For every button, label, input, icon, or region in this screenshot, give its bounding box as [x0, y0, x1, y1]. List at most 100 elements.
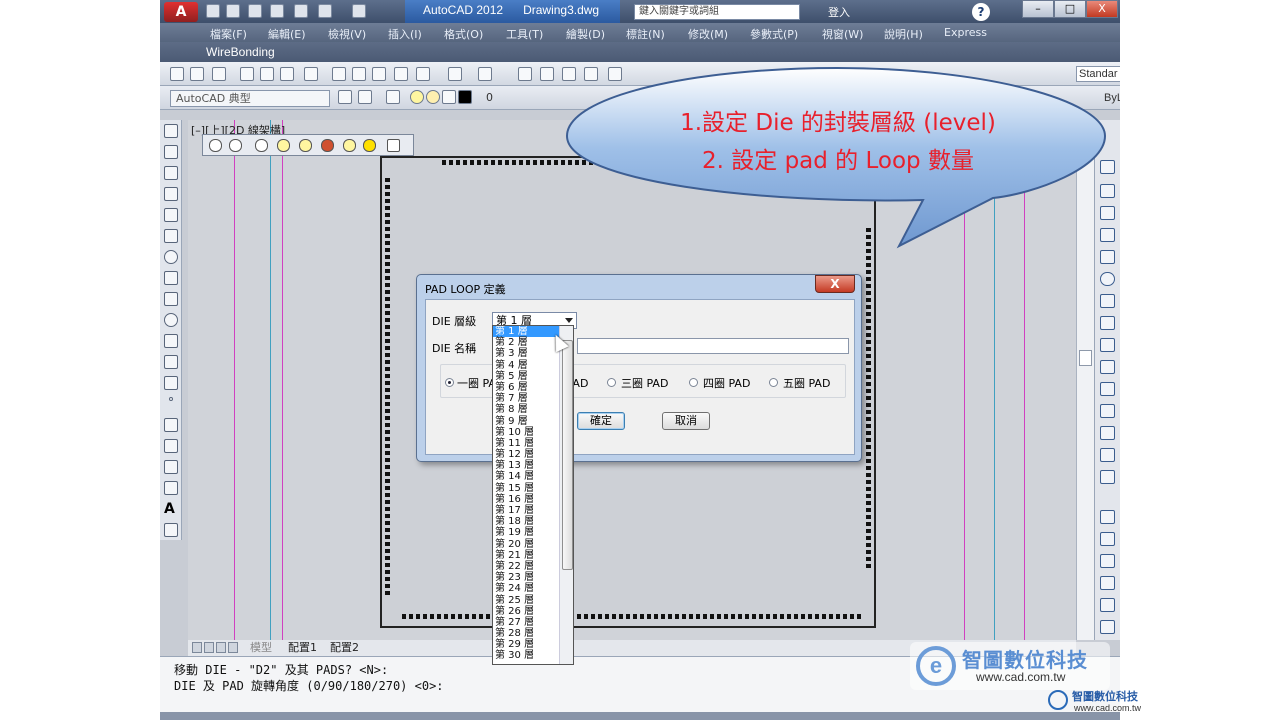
layer-tool-icon[interactable] [209, 139, 222, 152]
menu-modify[interactable]: 修改(M) [688, 26, 728, 42]
extend-icon[interactable] [1100, 360, 1115, 374]
layer-freeze-icon[interactable] [426, 90, 440, 104]
menu-parametric[interactable]: 參數式(P) [750, 26, 798, 42]
layer-tool-icon[interactable] [255, 139, 268, 152]
line-icon[interactable] [164, 124, 178, 138]
menu-view[interactable]: 檢視(V) [328, 26, 366, 42]
lightbulb-icon[interactable] [343, 139, 356, 152]
menu-dimension[interactable]: 標註(N) [626, 26, 665, 42]
dropdown-item[interactable]: 第 25 層 [493, 595, 559, 606]
minimize-button[interactable]: – [1022, 0, 1054, 18]
dropdown-item[interactable]: 第 10 層 [493, 427, 559, 438]
menu-express[interactable]: Express [944, 26, 987, 39]
dropdown-item[interactable]: 第 23 層 [493, 572, 559, 583]
search-input[interactable]: 鍵入關鍵字或詞組 [634, 4, 800, 20]
polygon-icon[interactable] [164, 187, 178, 201]
scale-icon[interactable] [1100, 294, 1115, 308]
undo-icon[interactable] [448, 67, 462, 81]
layer-on-icon[interactable] [410, 90, 424, 104]
next-tab-button[interactable] [216, 642, 226, 653]
ribbon-tab-wirebonding[interactable]: WireBonding [160, 42, 1120, 62]
paste-block-icon[interactable] [394, 67, 408, 81]
undo-icon[interactable] [318, 4, 332, 18]
rectangle-icon[interactable] [164, 208, 178, 222]
radio-loop-1[interactable] [445, 378, 454, 387]
dropdown-item[interactable]: 第 11 層 [493, 438, 559, 449]
radio-loop-3[interactable] [607, 378, 616, 387]
dialog-close-button[interactable]: X [815, 275, 855, 293]
dropdown-item[interactable]: 第 3 層 [493, 348, 559, 359]
chamfer-icon[interactable] [1100, 426, 1115, 440]
print-icon[interactable] [294, 4, 308, 18]
radio-loop-4-label[interactable]: 四圈 PAD [703, 375, 750, 391]
save-icon[interactable] [248, 4, 262, 18]
open-file-icon[interactable] [226, 4, 240, 18]
spline-icon[interactable] [164, 292, 178, 306]
dropdown-item[interactable]: 第 26 層 [493, 606, 559, 617]
table-icon[interactable] [164, 481, 178, 495]
dropdown-item[interactable]: 第 15 層 [493, 483, 559, 494]
tab-layout1[interactable]: 配置1 [282, 641, 323, 655]
revision-cloud-icon[interactable] [164, 271, 178, 285]
radio-loop-4[interactable] [689, 378, 698, 387]
layer-properties-icon[interactable] [386, 90, 400, 104]
publish-icon[interactable] [280, 67, 294, 81]
ellipse-icon[interactable] [164, 313, 178, 327]
text-front-icon[interactable] [1100, 598, 1115, 612]
plot-icon[interactable] [240, 67, 254, 81]
tab-layout2[interactable]: 配置2 [324, 641, 365, 655]
dropdown-item[interactable]: 第 17 層 [493, 505, 559, 516]
region-icon[interactable] [164, 460, 178, 474]
save-icon[interactable] [212, 67, 226, 81]
lightbulb-icon[interactable] [299, 139, 312, 152]
dropdown-item[interactable]: 第 9 層 [493, 416, 559, 427]
cut-icon[interactable] [332, 67, 346, 81]
maximize-button[interactable]: □ [1054, 0, 1086, 18]
radio-loop-3-label[interactable]: 三圈 PAD [621, 375, 668, 391]
radio-loop-5[interactable] [769, 378, 778, 387]
lightbulb-icon[interactable] [277, 139, 290, 152]
layer-lock-icon[interactable] [442, 90, 456, 104]
dropdown-scrollbar-thumb[interactable] [562, 340, 573, 570]
menu-tools[interactable]: 工具(T) [506, 26, 543, 42]
cancel-button[interactable]: 取消 [662, 412, 710, 430]
dropdown-item[interactable]: 第 21 層 [493, 550, 559, 561]
dropdown-item[interactable]: 第 4 層 [493, 360, 559, 371]
hatch-back-icon[interactable] [1100, 620, 1115, 634]
add-selected-icon[interactable] [164, 523, 178, 537]
ok-button[interactable]: 確定 [577, 412, 625, 430]
workspace-settings-icon[interactable] [338, 90, 352, 104]
lightbulb-icon[interactable] [363, 139, 376, 152]
new-icon[interactable] [170, 67, 184, 81]
dropdown-scrollbar[interactable] [559, 326, 573, 664]
workspace-combo[interactable]: AutoCAD 典型 [170, 90, 330, 107]
die-level-dropdown-list[interactable]: 第 1 層第 2 層第 3 層第 4 層第 5 層第 6 層第 7 層第 8 層… [492, 325, 574, 665]
dropdown-item[interactable]: 第 30 層 [493, 650, 559, 661]
menu-draw[interactable]: 繪製(D) [566, 26, 605, 42]
paste-icon[interactable] [372, 67, 386, 81]
draworder-under-icon[interactable] [1100, 576, 1115, 590]
join-icon[interactable] [1100, 404, 1115, 418]
menu-window[interactable]: 視窗(W) [822, 26, 863, 42]
trim-icon[interactable] [1100, 338, 1115, 352]
polyline-icon[interactable] [164, 166, 178, 180]
arc-icon[interactable] [164, 229, 178, 243]
plot-preview-icon[interactable] [260, 67, 274, 81]
menu-edit[interactable]: 編輯(E) [268, 26, 306, 42]
dropdown-item[interactable]: 第 1 層 [493, 326, 559, 338]
dropdown-item[interactable]: 第 8 層 [493, 404, 559, 415]
multiline-text-icon[interactable]: A [164, 502, 178, 516]
save-as-icon[interactable] [270, 4, 284, 18]
login-button[interactable]: 登入 [828, 4, 850, 20]
dropdown-item[interactable]: 第 14 層 [493, 471, 559, 482]
zoom-realtime-icon[interactable] [540, 67, 554, 81]
point-icon[interactable] [169, 397, 173, 401]
dropdown-item[interactable]: 第 13 層 [493, 460, 559, 471]
break-icon[interactable] [1100, 382, 1115, 396]
dropdown-item[interactable]: 第 29 層 [493, 639, 559, 650]
insert-block-icon[interactable] [164, 355, 178, 369]
close-button[interactable]: X [1086, 0, 1118, 18]
3d-print-icon[interactable] [304, 67, 318, 81]
dropdown-item[interactable]: 第 22 層 [493, 561, 559, 572]
tab-model[interactable]: 模型 [244, 641, 278, 655]
